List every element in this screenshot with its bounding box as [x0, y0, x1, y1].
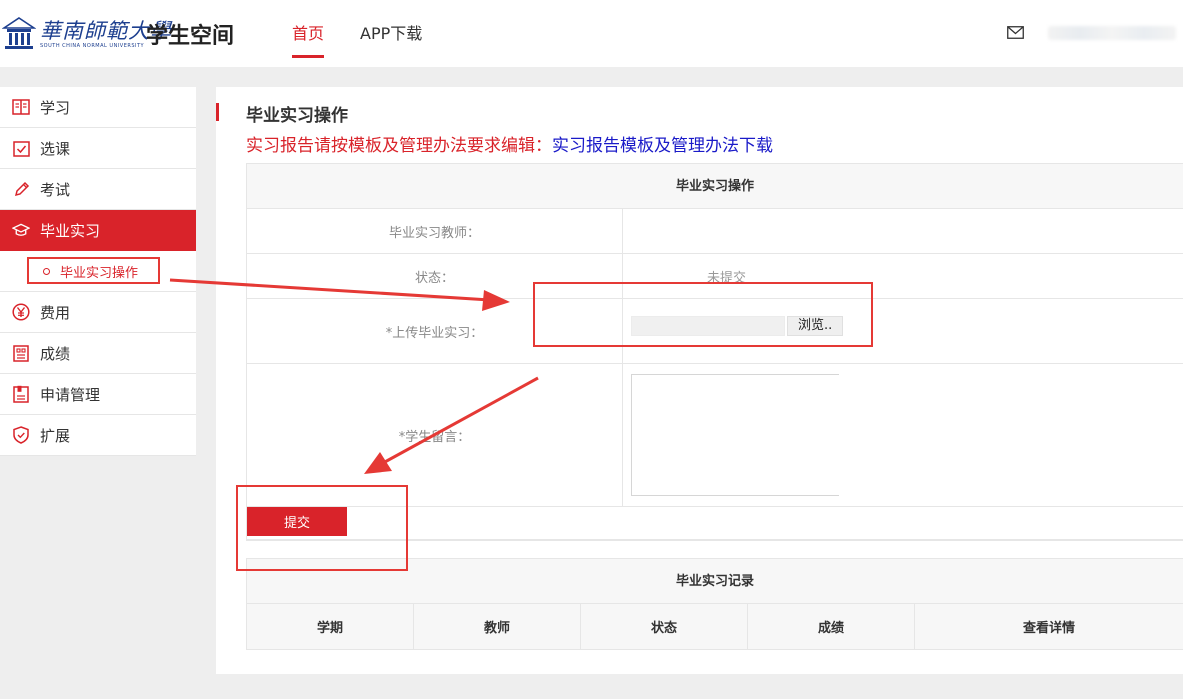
sidebar-item-label: 费用 [40, 303, 71, 322]
student-message-textarea[interactable] [631, 374, 839, 496]
upload-value: 浏览.. [623, 299, 1183, 363]
sidebar-item-label: 扩展 [40, 426, 71, 445]
sidebar-item-label: 毕业实习 [40, 221, 101, 240]
sidebar-subitem-internship-operation[interactable]: 毕业实习操作 [0, 251, 196, 292]
message-label: *学生留言： [247, 364, 623, 506]
page-title: 毕业实习操作 [246, 106, 348, 126]
records-column-headers: 学期 教师 状态 成绩 查看详情 [247, 604, 1183, 649]
university-emblem-icon [2, 17, 36, 49]
sidebar-item-label: 考试 [40, 180, 71, 199]
sidebar-item-study[interactable]: 学习 [0, 87, 196, 128]
status-row: 状态： 未提交 [247, 254, 1183, 299]
main-content: 毕业实习操作 实习报告请按模板及管理办法要求编辑：实习报告模板及管理办法下载 毕… [216, 87, 1183, 674]
file-path-input[interactable] [631, 316, 785, 336]
sidebar-item-course-selection[interactable]: 选课 [0, 128, 196, 169]
form-header: 毕业实习操作 [247, 164, 1183, 209]
records-header: 毕业实习记录 [247, 559, 1183, 604]
nav-home[interactable]: 首页 [292, 0, 325, 67]
book-icon [12, 98, 30, 116]
graduation-cap-icon [12, 221, 30, 239]
column-header-status: 状态 [581, 604, 748, 649]
column-header-grade: 成绩 [748, 604, 915, 649]
browse-button[interactable]: 浏览.. [787, 316, 844, 336]
sidebar-item-label: 成绩 [40, 344, 71, 363]
yen-icon [12, 303, 30, 321]
internship-records-table: 毕业实习记录 学期 教师 状态 成绩 查看详情 [246, 558, 1183, 650]
teacher-value [623, 209, 1183, 253]
sidebar-item-label: 学习 [40, 98, 71, 117]
user-name-blurred[interactable] [1048, 26, 1176, 40]
column-header-teacher: 教师 [414, 604, 581, 649]
template-download-link[interactable]: 实习报告模板及管理办法下载 [552, 136, 773, 156]
internship-form: 毕业实习操作 毕业实习教师： 状态： 未提交 *上传毕业实习： 浏览.. *学生… [246, 163, 1183, 541]
top-header: 華南師範大學 SOUTH CHINA NORMAL UNIVERSITY 学生空… [0, 0, 1183, 67]
sidebar-item-fees[interactable]: 费用 [0, 292, 196, 333]
app-title: 学生空间 [146, 24, 235, 49]
status-label: 状态： [247, 254, 623, 298]
sidebar-item-internship[interactable]: 毕业实习 [0, 210, 196, 251]
clipboard-icon [12, 385, 30, 403]
top-nav: 首页 APP下载 [292, 0, 458, 67]
mail-icon[interactable] [1007, 26, 1024, 39]
submit-row: 提交 [247, 507, 1183, 540]
checkbox-icon [12, 139, 30, 157]
submit-button[interactable]: 提交 [247, 507, 347, 536]
shield-icon [12, 426, 30, 444]
sidebar-item-label: 选课 [40, 139, 71, 158]
sidebar-item-application-management[interactable]: 申请管理 [0, 374, 196, 415]
template-notice: 实习报告请按模板及管理办法要求编辑：实习报告模板及管理办法下载 [246, 131, 773, 156]
status-value: 未提交 [707, 270, 747, 286]
pencil-icon [12, 180, 30, 198]
sidebar-item-exam[interactable]: 考试 [0, 169, 196, 210]
sidebar-subitem-label: 毕业实习操作 [60, 265, 139, 281]
column-header-details: 查看详情 [1022, 621, 1075, 636]
file-picker: 浏览.. [631, 316, 844, 336]
column-header-semester: 学期 [247, 604, 414, 649]
sidebar-item-grades[interactable]: 成绩 [0, 333, 196, 374]
message-value [623, 364, 1183, 506]
teacher-label: 毕业实习教师： [247, 209, 623, 253]
sidebar-item-extensions[interactable]: 扩展 [0, 415, 196, 456]
upload-label: *上传毕业实习： [247, 299, 623, 363]
circle-bullet-icon [43, 267, 50, 275]
message-row: *学生留言： [247, 364, 1183, 507]
teacher-row: 毕业实习教师： [247, 209, 1183, 254]
upload-row: *上传毕业实习： 浏览.. [247, 299, 1183, 364]
title-accent-bar [216, 103, 219, 121]
notice-text: 实习报告请按模板及管理办法要求编辑： [246, 136, 552, 156]
sidebar-item-label: 申请管理 [40, 385, 101, 404]
nav-app-download[interactable]: APP下载 [360, 0, 422, 67]
report-icon [12, 344, 30, 362]
sidebar: 学习 选课 考试 毕业实习 毕业实习操作 费用 成绩 申请管理 扩展 [0, 87, 196, 456]
